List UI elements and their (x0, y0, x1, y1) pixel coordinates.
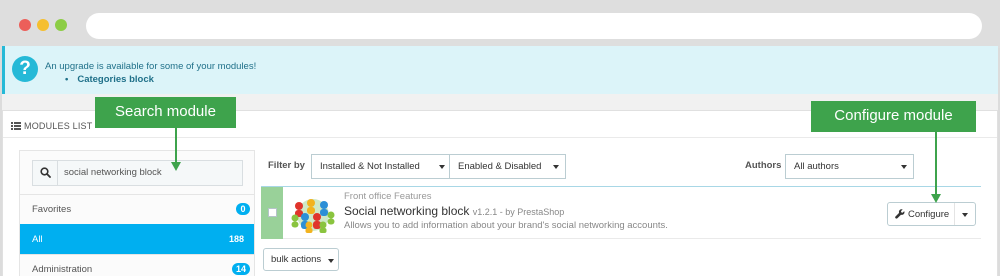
configure-button[interactable]: Configure (887, 202, 976, 226)
module-checkbox[interactable] (268, 208, 277, 217)
list-icon (11, 122, 21, 130)
caret-down-icon (901, 165, 907, 169)
module-title: Social networking block v1.2.1 - by Pres… (344, 204, 564, 218)
upgrade-alert: ? An upgrade is available for some of yo… (2, 46, 998, 94)
alert-message: An upgrade is available for some of your… (45, 61, 257, 72)
category-count-badge: 188 (228, 234, 244, 244)
module-search-input[interactable]: social networking block (32, 160, 243, 186)
button-separator (954, 203, 955, 225)
bullet-icon: • (65, 74, 69, 85)
category-label: Administration (32, 264, 93, 275)
configure-module-callout: Configure module (811, 101, 976, 132)
category-label: Favorites (32, 204, 72, 215)
module-name: Social networking block (344, 204, 470, 218)
category-label: All (32, 234, 43, 245)
browser-chrome (0, 0, 1000, 48)
category-count-badge: 0 (236, 203, 250, 215)
wrench-icon (895, 209, 905, 222)
category-favorites[interactable]: Favorites 0 (20, 194, 254, 224)
question-icon: ? (12, 56, 38, 82)
filter-by-label: Filter by (268, 160, 305, 171)
search-callout-arrow (171, 128, 181, 171)
page-viewport: ? An upgrade is available for some of yo… (2, 46, 998, 276)
module-row: Front office Features Social networking … (261, 186, 981, 239)
alert-module-item: • Categories block (65, 74, 154, 85)
modules-panel: MODULES LIST social networking block Fav… (2, 110, 998, 276)
alert-module-link[interactable]: Categories block (77, 74, 154, 85)
caret-down-icon (439, 165, 445, 169)
maximize-window-dot[interactable] (55, 19, 67, 31)
bulk-actions-button[interactable]: bulk actions (263, 248, 339, 271)
search-module-callout: Search module (95, 97, 236, 128)
search-icon[interactable] (33, 161, 58, 185)
module-logo-image (287, 193, 339, 233)
panel-heading: MODULES LIST (11, 121, 92, 131)
category-count-badge: 14 (231, 263, 250, 275)
configure-label: Configure (908, 209, 950, 220)
authors-filter-select[interactable]: All authors (785, 154, 914, 179)
panel-divider (3, 137, 997, 138)
authors-label: Authors (745, 160, 782, 171)
select-value: Installed & Not Installed (320, 161, 420, 172)
module-version: v1.2.1 - by PrestaShop (472, 207, 565, 217)
panel-title: MODULES LIST (24, 121, 93, 131)
module-description: Allows you to add information about your… (344, 220, 668, 231)
bulk-actions-label: bulk actions (271, 254, 322, 265)
module-category: Front office Features (344, 191, 432, 202)
caret-down-icon[interactable] (962, 213, 968, 217)
search-value: social networking block (64, 167, 162, 178)
category-sidebar: social networking block Favorites 0 All … (19, 150, 255, 276)
minimize-window-dot[interactable] (37, 19, 49, 31)
row-status-cell (261, 187, 283, 239)
category-administration[interactable]: Administration 14 (20, 254, 254, 276)
category-all[interactable]: All 188 (20, 224, 254, 254)
enabled-filter-select[interactable]: Enabled & Disabled (449, 154, 566, 179)
configure-callout-arrow (931, 132, 941, 203)
caret-down-icon (553, 165, 559, 169)
address-bar[interactable] (86, 13, 982, 39)
close-window-dot[interactable] (19, 19, 31, 31)
select-value: All authors (794, 161, 839, 172)
caret-down-icon (328, 259, 334, 263)
installed-filter-select[interactable]: Installed & Not Installed (311, 154, 452, 179)
select-value: Enabled & Disabled (458, 161, 542, 172)
